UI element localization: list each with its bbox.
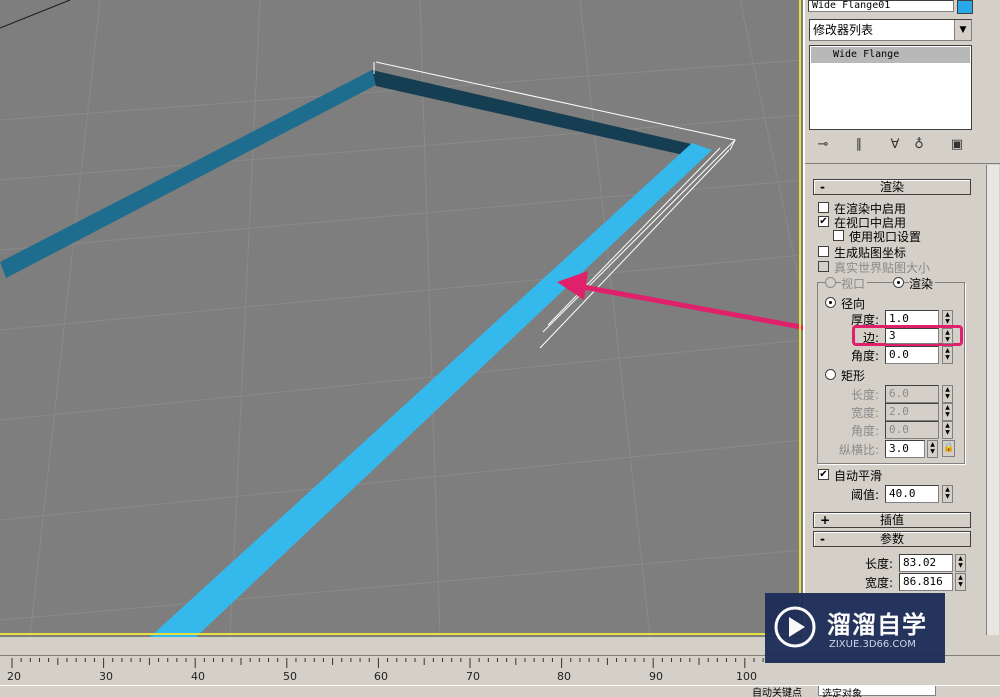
- stack-item-wide-flange[interactable]: Wide Flange: [811, 47, 970, 63]
- rect-width-field[interactable]: 2.0: [885, 403, 939, 421]
- tick-label: 80: [557, 670, 571, 683]
- param-width-field[interactable]: 86.816: [899, 573, 953, 591]
- panel-divider: [805, 163, 1000, 164]
- param-length-spinner[interactable]: ▲ ▼: [955, 554, 966, 572]
- modifier-stack[interactable]: Wide Flange: [809, 45, 972, 130]
- rect-width-spinner[interactable]: ▲ ▼: [942, 403, 953, 421]
- param-length-label: 长度:: [865, 557, 894, 571]
- perspective-viewport[interactable]: [0, 0, 803, 637]
- panel-scrollbar[interactable]: [986, 165, 999, 635]
- modifier-list-label: 修改器列表: [813, 23, 874, 37]
- param-width-label: 宽度:: [865, 576, 894, 590]
- sides-label: 边:: [863, 331, 880, 345]
- rect-width-label: 宽度:: [851, 406, 880, 420]
- object-name-field[interactable]: Wide Flange01: [808, 0, 954, 12]
- real-world-map-size-label: 真实世界贴图大小: [834, 261, 931, 275]
- flange-edge-back: [372, 70, 700, 156]
- rectangular-radio[interactable]: [825, 369, 836, 380]
- renderer-radio-label: 渲染: [909, 275, 936, 292]
- viewport-radio-label: 视口: [841, 275, 868, 292]
- flange-edge-left: [0, 70, 378, 278]
- interpolation-rollout-header[interactable]: + 插值: [813, 512, 971, 528]
- use-viewport-settings-label: 使用视口设置: [849, 230, 922, 244]
- aspect-spinner[interactable]: ▲ ▼: [927, 440, 938, 458]
- rect-angle-field[interactable]: 0.0: [885, 421, 939, 439]
- rendering-rollout-header[interactable]: - 渲染: [813, 179, 971, 195]
- tick-label: 90: [649, 670, 663, 683]
- watermark-url: ZIXUE.3D66.COM: [829, 639, 916, 650]
- pin-stack-icon[interactable]: ⊸: [811, 135, 835, 155]
- object-color-swatch[interactable]: [957, 0, 973, 14]
- lock-aspect-icon[interactable]: 🔒: [942, 440, 955, 457]
- rect-angle-label: 角度:: [851, 424, 880, 438]
- rectangular-label: 矩形: [841, 369, 866, 383]
- threshold-label: 阈值:: [851, 488, 880, 502]
- rect-length-label: 长度:: [851, 388, 880, 402]
- auto-smooth-checkbox[interactable]: ✔: [818, 469, 829, 480]
- rollout-collapse-sign: -: [820, 532, 825, 546]
- param-width-spinner[interactable]: ▲ ▼: [955, 573, 966, 591]
- sides-field[interactable]: 3: [885, 328, 939, 344]
- aspect-field[interactable]: 3.0: [885, 440, 925, 458]
- show-end-result-icon[interactable]: ∥: [847, 135, 871, 155]
- radial-radio[interactable]: [825, 297, 836, 308]
- enable-in-renderer-checkbox[interactable]: [818, 202, 829, 213]
- auto-smooth-label: 自动平滑: [834, 469, 883, 483]
- aspect-label: 纵横比:: [839, 443, 880, 457]
- world-axis-line: [0, 0, 71, 29]
- rollout-collapse-sign: -: [820, 180, 825, 194]
- threshold-spinner[interactable]: ▲ ▼: [942, 485, 953, 503]
- make-unique-icon[interactable]: ∀: [883, 135, 907, 155]
- flange-edge-right: [150, 143, 712, 637]
- viewport-radio[interactable]: [825, 277, 836, 288]
- rollout-title: 渲染: [879, 180, 904, 194]
- play-logo-icon: [774, 606, 816, 648]
- tick-label: 50: [283, 670, 297, 683]
- watermark-title: 溜溜自学: [827, 611, 927, 639]
- rect-length-field[interactable]: 6.0: [885, 385, 939, 403]
- rect-length-spinner[interactable]: ▲ ▼: [942, 385, 953, 403]
- key-filter-dropdown[interactable]: 选定对象: [818, 686, 936, 697]
- angle-label: 角度:: [851, 349, 880, 363]
- tick-label: 20: [7, 670, 21, 683]
- chevron-down-icon[interactable]: ▼: [954, 20, 971, 40]
- enable-in-viewport-checkbox[interactable]: ✔: [818, 216, 829, 227]
- auto-key-label[interactable]: 自动关键点: [752, 686, 802, 697]
- command-panel: Wide Flange01 修改器列表 ▼ Wide Flange ⊸ ∥ ∀ …: [803, 0, 1000, 640]
- viewport-scene: [0, 0, 803, 637]
- renderer-radio[interactable]: [893, 277, 904, 288]
- real-world-map-size-checkbox[interactable]: [818, 261, 829, 272]
- tick-label: 70: [466, 670, 480, 683]
- tick-label: 100: [736, 670, 757, 683]
- use-viewport-settings-checkbox[interactable]: [833, 230, 844, 241]
- angle-field[interactable]: 0.0: [885, 346, 939, 364]
- status-bar: 自动关键点 选定对象: [0, 685, 1000, 697]
- modifier-list-dropdown[interactable]: 修改器列表 ▼: [809, 19, 972, 41]
- generate-mapping-coords-checkbox[interactable]: [818, 246, 829, 257]
- tick-label: 30: [99, 670, 113, 683]
- threshold-field[interactable]: 40.0: [885, 485, 939, 503]
- tick-label: 40: [191, 670, 205, 683]
- rect-angle-spinner[interactable]: ▲ ▼: [942, 421, 953, 439]
- rollout-expand-sign: +: [820, 513, 831, 527]
- param-length-field[interactable]: 83.02: [899, 554, 953, 572]
- tick-label: 60: [374, 670, 388, 683]
- angle-spinner[interactable]: ▲ ▼: [942, 346, 953, 364]
- rollout-title: 插值: [879, 513, 904, 527]
- configure-modifier-sets-icon[interactable]: ▣: [945, 135, 969, 155]
- parameters-rollout-header[interactable]: - 参数: [813, 531, 971, 547]
- radial-label: 径向: [841, 297, 866, 311]
- remove-modifier-icon[interactable]: ♁: [907, 135, 931, 155]
- rollout-title: 参数: [879, 532, 904, 546]
- sides-spinner[interactable]: ▲ ▼: [942, 328, 953, 344]
- ground-grid: [0, 0, 803, 637]
- site-watermark: 溜溜自学 ZIXUE.3D66.COM: [765, 593, 945, 663]
